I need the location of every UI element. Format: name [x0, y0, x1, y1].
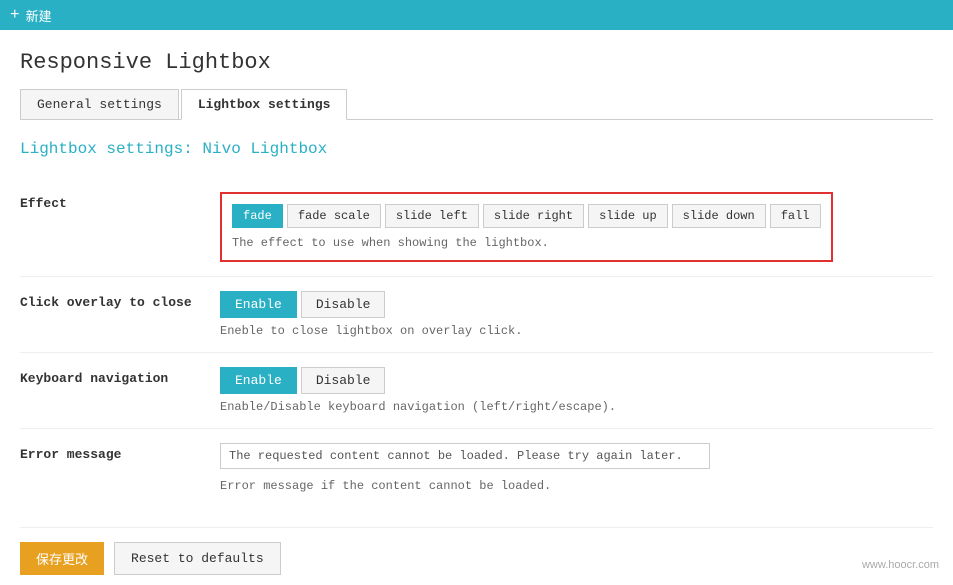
- new-label: 新建: [26, 6, 52, 25]
- effect-control: fade fade scale slide left slide right s…: [220, 192, 933, 262]
- effect-btn-slide-right[interactable]: slide right: [483, 204, 584, 228]
- top-bar: + 新建: [0, 0, 953, 30]
- error-message-control: Error message if the content cannot be l…: [220, 443, 933, 493]
- main-container: Responsive Lightbox General settings Lig…: [0, 30, 953, 585]
- keyboard-nav-help: Enable/Disable keyboard navigation (left…: [220, 400, 933, 414]
- click-overlay-label: Click overlay to close: [20, 291, 220, 310]
- bottom-bar: 保存更改 Reset to defaults: [20, 527, 933, 575]
- effect-buttons: fade fade scale slide left slide right s…: [232, 204, 821, 228]
- effect-btn-slide-up[interactable]: slide up: [588, 204, 668, 228]
- save-button[interactable]: 保存更改: [20, 542, 104, 575]
- effect-btn-fade-scale[interactable]: fade scale: [287, 204, 381, 228]
- click-overlay-control: Enable Disable Eneble to close lightbox …: [220, 291, 933, 338]
- section-title: Lightbox settings: Nivo Lightbox: [20, 140, 933, 158]
- tab-lightbox[interactable]: Lightbox settings: [181, 89, 348, 120]
- error-message-help: Error message if the content cannot be l…: [220, 479, 933, 493]
- keyboard-nav-control: Enable Disable Enable/Disable keyboard n…: [220, 367, 933, 414]
- effect-btn-fade[interactable]: fade: [232, 204, 283, 228]
- effect-label: Effect: [20, 192, 220, 211]
- error-message-label: Error message: [20, 443, 220, 462]
- effect-btn-fall[interactable]: fall: [770, 204, 821, 228]
- click-overlay-row: Click overlay to close Enable Disable En…: [20, 276, 933, 352]
- keyboard-nav-label: Keyboard navigation: [20, 367, 220, 386]
- keyboard-nav-enable[interactable]: Enable: [220, 367, 297, 394]
- keyboard-nav-row: Keyboard navigation Enable Disable Enabl…: [20, 352, 933, 428]
- keyboard-nav-buttons: Enable Disable: [220, 367, 933, 394]
- watermark: www.hoocr.com: [862, 559, 939, 571]
- settings-table: Effect fade fade scale slide left slide …: [20, 178, 933, 507]
- effect-row: Effect fade fade scale slide left slide …: [20, 178, 933, 276]
- reset-button[interactable]: Reset to defaults: [114, 542, 281, 575]
- page-title: Responsive Lightbox: [20, 50, 933, 75]
- click-overlay-enable[interactable]: Enable: [220, 291, 297, 318]
- error-message-row: Error message Error message if the conte…: [20, 428, 933, 507]
- effect-btn-slide-down[interactable]: slide down: [672, 204, 766, 228]
- effect-help: The effect to use when showing the light…: [232, 236, 821, 250]
- effect-box: fade fade scale slide left slide right s…: [220, 192, 833, 262]
- click-overlay-disable[interactable]: Disable: [301, 291, 386, 318]
- tabs: General settings Lightbox settings: [20, 89, 933, 120]
- tab-general[interactable]: General settings: [20, 89, 179, 119]
- keyboard-nav-disable[interactable]: Disable: [301, 367, 386, 394]
- effect-btn-slide-left[interactable]: slide left: [385, 204, 479, 228]
- click-overlay-buttons: Enable Disable: [220, 291, 933, 318]
- click-overlay-help: Eneble to close lightbox on overlay clic…: [220, 324, 933, 338]
- new-icon: +: [10, 6, 20, 24]
- error-message-input[interactable]: [220, 443, 710, 469]
